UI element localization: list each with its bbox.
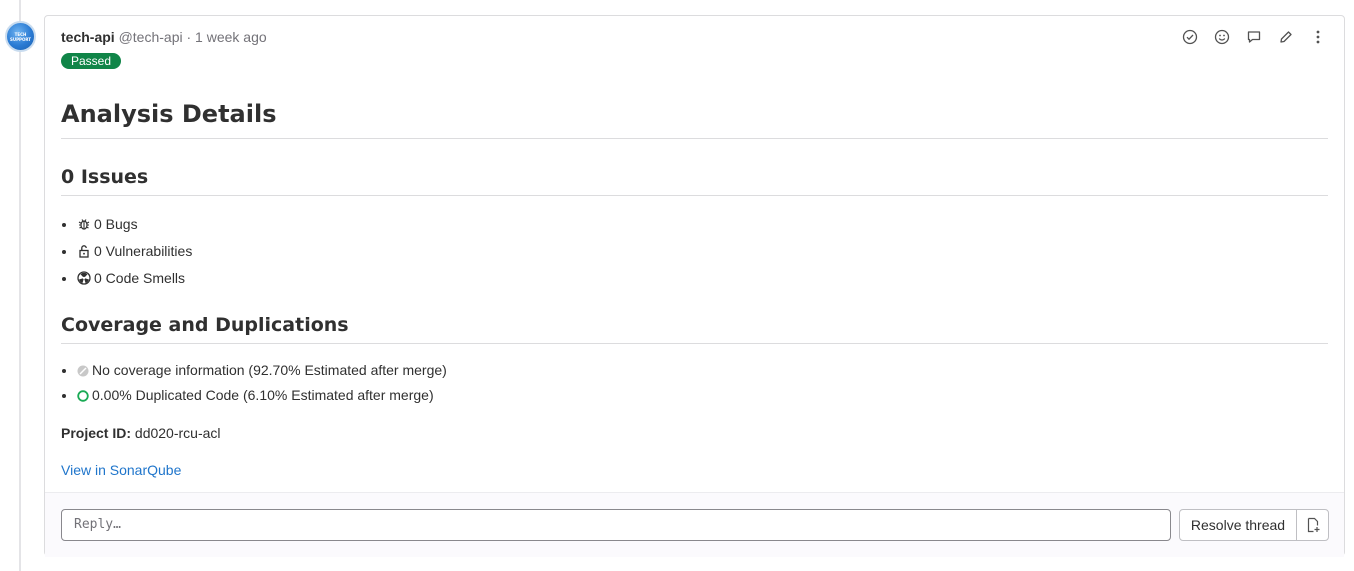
issues-list: 0 Bugs 0 Vulnerabilities 0 Code Smells [61, 212, 192, 293]
coverage-list: No coverage information (92.70% Estimate… [61, 359, 447, 409]
comment-icon[interactable] [1242, 27, 1266, 47]
list-item: 0 Vulnerabilities [77, 239, 192, 266]
reply-input[interactable]: Reply… [61, 509, 1171, 541]
note-actions [1178, 27, 1330, 47]
emoji-icon[interactable] [1210, 27, 1234, 47]
coverage-text: No coverage information (92.70% Estimate… [92, 362, 447, 378]
title-divider [61, 138, 1328, 139]
duplication-circle-icon [77, 386, 89, 409]
issues-heading: 0 Issues [61, 166, 149, 188]
lock-icon [77, 241, 91, 266]
issue-text: 0 Vulnerabilities [94, 243, 193, 259]
list-item: 0.00% Duplicated Code (6.10% Estimated a… [77, 384, 447, 409]
project-id-value: dd020-rcu-acl [134, 425, 221, 441]
list-item: 0 Bugs [77, 212, 192, 239]
avatar[interactable]: TECH SUPPORT [5, 21, 36, 52]
issues-divider [61, 195, 1328, 196]
timeline-line [19, 0, 21, 571]
note-header: tech-api @tech-api · 1 week ago [61, 28, 267, 46]
project-id-label: Project ID: [61, 425, 132, 441]
project-id-line: Project ID: dd020-rcu-acl [61, 425, 221, 441]
resolve-check-icon[interactable] [1178, 27, 1202, 47]
author-name[interactable]: tech-api [61, 29, 115, 45]
reply-area: Reply… Resolve thread [45, 492, 1344, 557]
no-coverage-icon [77, 361, 89, 384]
issue-text: 0 Code Smells [94, 270, 186, 286]
coverage-divider [61, 343, 1328, 344]
author-handle-time: @tech-api · 1 week ago [118, 29, 267, 45]
discussion-note: tech-api @tech-api · 1 week ago Passed A… [44, 15, 1345, 557]
list-item: No coverage information (92.70% Estimate… [77, 359, 447, 384]
create-issue-icon[interactable] [1297, 510, 1328, 540]
resolve-thread-button-group: Resolve thread [1179, 509, 1329, 541]
analysis-title: Analysis Details [61, 100, 277, 128]
coverage-text: 0.00% Duplicated Code (6.10% Estimated a… [92, 387, 434, 403]
edit-icon[interactable] [1274, 27, 1298, 47]
more-options-icon[interactable] [1306, 27, 1330, 47]
coverage-heading: Coverage and Duplications [61, 314, 349, 336]
avatar-text: TECH SUPPORT [9, 31, 32, 42]
code-smell-icon [77, 268, 91, 293]
issue-text: 0 Bugs [94, 216, 138, 232]
list-item: 0 Code Smells [77, 266, 192, 293]
resolve-thread-button[interactable]: Resolve thread [1180, 510, 1297, 540]
status-badge: Passed [61, 53, 122, 69]
bug-icon [77, 214, 91, 239]
view-in-sonarqube-link[interactable]: View in SonarQube [61, 462, 181, 478]
